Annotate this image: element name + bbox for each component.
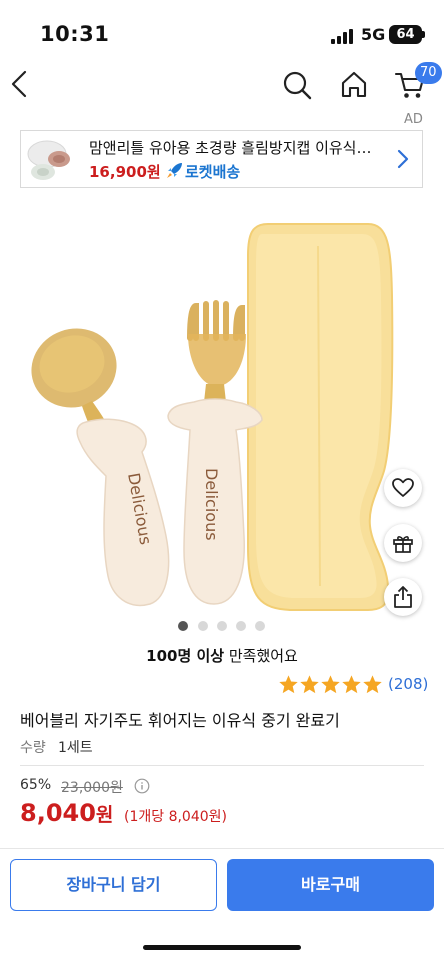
gallery-dot[interactable]: [178, 621, 188, 631]
gift-icon: [393, 536, 413, 553]
satisfaction-suffix: 만족했어요: [224, 647, 298, 665]
gallery-pagination[interactable]: [178, 621, 270, 631]
ad-title: 맘앤리틀 유아용 초경량 흘림방지캡 이유식…: [89, 139, 372, 157]
home-indicator: [143, 945, 301, 950]
wishlist-button[interactable]: [384, 469, 422, 507]
battery-icon: 64: [389, 25, 422, 44]
buy-now-button[interactable]: 바로구매: [227, 859, 434, 911]
cart-count-badge[interactable]: 70: [415, 62, 442, 84]
quantity-label: 수량: [20, 740, 46, 756]
ad-label: AD: [404, 112, 423, 127]
star-icon: [300, 675, 319, 694]
signal-icon: [331, 28, 355, 44]
status-bar: 10:31 5G 64: [0, 0, 444, 62]
product-image[interactable]: Delicious Delicious: [0, 206, 444, 626]
ad-price: 16,900원: [89, 163, 161, 181]
ad-banner[interactable]: 맘앤리틀 유아용 초경량 흘림방지캡 이유식… 16,900원 로켓배송: [20, 130, 423, 188]
back-icon[interactable]: [8, 68, 32, 100]
ad-product-thumbnail: [27, 140, 70, 180]
review-count-link[interactable]: (208): [388, 675, 428, 693]
share-button[interactable]: [384, 578, 422, 616]
original-price: 23,000원: [61, 780, 123, 796]
heart-icon: [392, 478, 414, 497]
battery-tip: [422, 31, 425, 38]
gallery-dot[interactable]: [217, 621, 227, 631]
chevron-right-icon[interactable]: [395, 148, 411, 170]
star-icon: [279, 675, 298, 694]
star-icon: [342, 675, 361, 694]
gallery-dot[interactable]: [236, 621, 246, 631]
sale-price: 8,040원: [20, 799, 113, 827]
home-icon[interactable]: [339, 69, 369, 99]
rocket-delivery-label: 로켓배송: [185, 163, 241, 181]
info-icon[interactable]: [134, 778, 150, 794]
star-rating[interactable]: [278, 674, 384, 696]
nav-bar: 70: [0, 62, 444, 108]
divider: [20, 765, 424, 766]
sale-price-number: 8,040: [20, 799, 96, 827]
satisfaction-text: 100명 이상 만족했어요: [0, 645, 444, 666]
product-title: 베어블리 자기주도 휘어지는 이유식 중기 완료기: [20, 711, 340, 730]
gallery-dot[interactable]: [198, 621, 208, 631]
unit-price: (1개당 8,040원): [124, 809, 228, 825]
discount-rate: 65%: [20, 777, 52, 793]
quantity-value: 1세트: [58, 740, 93, 756]
share-icon: [394, 586, 412, 608]
gift-button[interactable]: [384, 524, 422, 562]
fork-brand-text: Delicious: [202, 468, 221, 541]
network-type: 5G: [361, 25, 386, 44]
rocket-icon: [167, 163, 182, 178]
gallery-dot[interactable]: [255, 621, 265, 631]
search-icon[interactable]: [282, 70, 312, 100]
star-icon: [321, 675, 340, 694]
bottom-divider: [0, 848, 444, 849]
status-time: 10:31: [40, 22, 110, 46]
satisfaction-count: 100명 이상: [146, 647, 225, 665]
sale-price-unit: 원: [95, 804, 114, 826]
star-icon: [363, 675, 382, 694]
add-to-cart-button[interactable]: 장바구니 담기: [10, 859, 217, 911]
